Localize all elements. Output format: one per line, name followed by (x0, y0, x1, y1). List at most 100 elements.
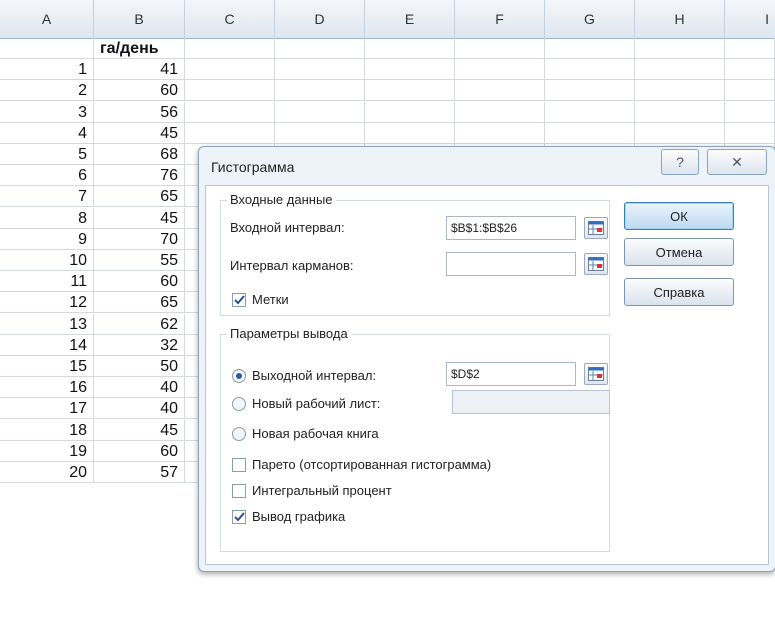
cell-empty[interactable] (365, 122, 455, 144)
cell-b[interactable]: 70 (94, 228, 185, 250)
new-sheet-field[interactable] (452, 390, 610, 414)
ok-button[interactable]: ОК (624, 202, 734, 230)
cell-empty[interactable] (275, 101, 365, 123)
cell-empty[interactable] (725, 80, 775, 102)
cell-empty[interactable] (275, 80, 365, 102)
cell-a[interactable]: 7 (0, 186, 94, 208)
cell-empty[interactable] (545, 38, 635, 59)
bin-range-field[interactable] (446, 252, 576, 276)
cell-empty[interactable] (545, 59, 635, 81)
bin-range-collapse-button[interactable] (584, 253, 608, 275)
cell-a[interactable]: 12 (0, 292, 94, 314)
cancel-button[interactable]: Отмена (624, 238, 734, 266)
cell-empty[interactable] (725, 38, 775, 59)
cell-b[interactable]: 60 (94, 271, 185, 293)
cell-b[interactable]: 45 (94, 419, 185, 441)
cell-empty[interactable] (635, 59, 725, 81)
cell-b[interactable]: 68 (94, 144, 185, 165)
cell-empty[interactable] (275, 122, 365, 144)
output-range-collapse-button[interactable] (584, 363, 608, 385)
output-range-radio[interactable] (232, 369, 246, 383)
cell-empty[interactable] (455, 80, 545, 102)
cell-empty[interactable] (455, 101, 545, 123)
cell-empty[interactable] (545, 122, 635, 144)
cell-b[interactable]: 55 (94, 250, 185, 271)
cell-a[interactable]: 13 (0, 313, 94, 335)
pareto-checkbox[interactable] (232, 458, 246, 472)
cell-empty[interactable] (725, 122, 775, 144)
cell-empty[interactable] (275, 38, 365, 59)
cell-empty[interactable] (725, 101, 775, 123)
cell-empty[interactable] (635, 101, 725, 123)
cell-b[interactable]: 57 (94, 462, 185, 483)
cell-a[interactable]: 1 (0, 59, 94, 81)
cell-a[interactable]: 2 (0, 80, 94, 102)
input-range-field[interactable]: $B$1:$B$26 (446, 216, 576, 240)
cell-empty[interactable] (0, 38, 94, 59)
cell-empty[interactable] (185, 101, 275, 123)
cell-empty[interactable] (455, 122, 545, 144)
cell-b[interactable]: 45 (94, 122, 185, 144)
output-range-field[interactable]: $D$2 (446, 362, 576, 386)
cell-b[interactable]: 50 (94, 356, 185, 377)
cell-empty[interactable] (185, 59, 275, 81)
cell-empty[interactable] (635, 122, 725, 144)
labels-checkbox[interactable] (232, 293, 246, 307)
cell-empty[interactable] (275, 59, 365, 81)
cell-a[interactable]: 14 (0, 334, 94, 356)
cell-a[interactable]: 9 (0, 228, 94, 250)
column-header-e[interactable]: E (365, 0, 455, 38)
cell-empty[interactable] (725, 59, 775, 81)
titlebar-help-button[interactable]: ? (661, 149, 699, 175)
cell-a[interactable]: 3 (0, 101, 94, 123)
cell-empty[interactable] (185, 80, 275, 102)
help-button[interactable]: Справка (624, 278, 734, 306)
input-range-collapse-button[interactable] (584, 217, 608, 239)
cell-empty[interactable] (635, 80, 725, 102)
cell-b[interactable]: 56 (94, 101, 185, 123)
cell-a[interactable]: 15 (0, 356, 94, 377)
cell-empty[interactable] (455, 38, 545, 59)
cell-empty[interactable] (365, 38, 455, 59)
cell-a[interactable]: 19 (0, 440, 94, 462)
new-sheet-radio[interactable] (232, 397, 246, 411)
cell-a[interactable]: 8 (0, 207, 94, 229)
cell-empty[interactable] (365, 101, 455, 123)
cell-b[interactable]: 40 (94, 377, 185, 399)
cell-empty[interactable] (545, 101, 635, 123)
column-header-g[interactable]: G (545, 0, 635, 38)
cell-b[interactable]: 65 (94, 292, 185, 314)
cell-empty[interactable] (365, 59, 455, 81)
cell-a[interactable]: 10 (0, 250, 94, 271)
cell-b[interactable]: 40 (94, 398, 185, 420)
dialog-titlebar[interactable]: Гистограмма ? ✕ (199, 147, 775, 185)
cell-a[interactable]: 11 (0, 271, 94, 293)
cumulative-percent-checkbox[interactable] (232, 484, 246, 498)
column-header-h[interactable]: H (635, 0, 725, 38)
cell-empty[interactable] (185, 38, 275, 59)
cell-a[interactable]: 16 (0, 377, 94, 399)
cell-b[interactable]: 45 (94, 207, 185, 229)
new-workbook-radio[interactable] (232, 427, 246, 441)
column-header-c[interactable]: C (185, 0, 275, 38)
cell-b[interactable]: 60 (94, 80, 185, 102)
cell-a[interactable]: 18 (0, 419, 94, 441)
column-header-a[interactable]: A (0, 0, 94, 38)
cell-empty[interactable] (455, 59, 545, 81)
cell-b[interactable]: 76 (94, 165, 185, 187)
cell-a[interactable]: 20 (0, 462, 94, 483)
cell-empty[interactable] (365, 80, 455, 102)
cell-b[interactable]: 32 (94, 334, 185, 356)
column-header-d[interactable]: D (275, 0, 365, 38)
cell-b[interactable]: 41 (94, 59, 185, 81)
cell-a[interactable]: 4 (0, 122, 94, 144)
cell-empty[interactable] (185, 122, 275, 144)
cell-b-header[interactable]: га/день (94, 38, 185, 59)
titlebar-close-button[interactable]: ✕ (707, 149, 767, 175)
cell-empty[interactable] (635, 38, 725, 59)
cell-b[interactable]: 65 (94, 186, 185, 208)
cell-empty[interactable] (545, 80, 635, 102)
cell-b[interactable]: 60 (94, 440, 185, 462)
cell-a[interactable]: 6 (0, 165, 94, 187)
chart-output-checkbox[interactable] (232, 510, 246, 524)
